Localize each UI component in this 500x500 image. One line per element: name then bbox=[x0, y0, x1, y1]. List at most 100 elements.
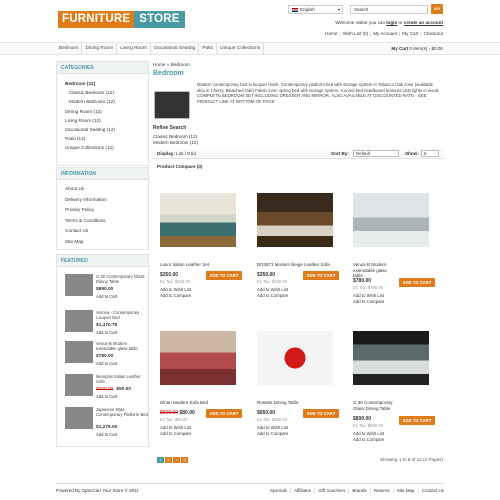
featured-name[interactable]: Venus-B Modern extendable glass table bbox=[96, 341, 148, 352]
add-to-wishlist-link[interactable]: Add to Wish List bbox=[257, 425, 288, 430]
category-classic-bedroom[interactable]: Classic Bedroom (12) bbox=[65, 88, 148, 97]
nav-item-dining-room[interactable]: Dining Room bbox=[82, 43, 118, 55]
featured-name[interactable]: G 30 Contemporary Glass Dining Table bbox=[96, 274, 148, 285]
featured-thumbnail[interactable] bbox=[65, 274, 93, 296]
product-tax: Ex Tax: $350.00 bbox=[257, 279, 287, 284]
featured-name[interactable]: Memphis Italian Leather Sofa bbox=[96, 374, 148, 385]
add-to-cart-button[interactable]: ADD TO CART bbox=[303, 409, 339, 418]
featured-thumbnail[interactable] bbox=[65, 374, 93, 396]
info-link-about[interactable]: About Us bbox=[65, 184, 148, 195]
refine-link-modern[interactable]: Modern Bedroom (12) bbox=[153, 140, 198, 146]
create-account-link[interactable]: create an account bbox=[404, 20, 443, 25]
display-label: Display: bbox=[157, 151, 175, 156]
category-unique-collections[interactable]: Unique Collections (12) bbox=[65, 143, 148, 152]
display-grid-link[interactable]: Grid bbox=[187, 151, 196, 156]
product-image[interactable] bbox=[353, 331, 429, 385]
product-name[interactable]: Luxor Italian Leather Set bbox=[160, 262, 246, 268]
language-select[interactable]: English ▾ bbox=[288, 5, 343, 14]
info-link-privacy[interactable]: Privacy Policy bbox=[65, 205, 148, 216]
info-link-terms[interactable]: Terms & Conditions bbox=[65, 216, 148, 227]
featured-thumbnail[interactable] bbox=[65, 341, 93, 363]
product-price: $500.00 $80.00 bbox=[160, 410, 195, 416]
page-1-button[interactable]: 1 bbox=[157, 457, 164, 463]
featured-add-to-cart[interactable]: Add to Cart bbox=[96, 432, 117, 437]
featured-add-to-cart[interactable]: Add to Cart bbox=[96, 330, 117, 335]
breadcrumb[interactable]: Home » Bedroom bbox=[153, 62, 190, 67]
product-name[interactable]: BO3871 Modern Beige Leather Sofa bbox=[257, 262, 343, 268]
sort-select[interactable]: Default bbox=[353, 150, 399, 157]
display-list-link[interactable]: List bbox=[176, 151, 183, 156]
add-to-wishlist-link[interactable]: Add to Wish List bbox=[257, 287, 288, 292]
cart-summary[interactable]: My Cart 0 item(s) - $0.00 bbox=[391, 43, 443, 55]
info-link-delivery[interactable]: Delivery Information bbox=[65, 195, 148, 206]
featured-thumbnail[interactable] bbox=[65, 407, 93, 429]
footer-link-returns[interactable]: Returns bbox=[374, 488, 390, 493]
nav-item-patio[interactable]: Patio bbox=[199, 43, 218, 55]
footer-link-sitemap[interactable]: Site Map bbox=[397, 488, 415, 493]
product-compare-link[interactable]: Product Compare (0) bbox=[157, 164, 202, 169]
toplink-account[interactable]: My Account bbox=[373, 31, 397, 36]
category-modern-bedroom[interactable]: Modern Bedroom (12) bbox=[65, 97, 148, 106]
info-link-sitemap[interactable]: Site Map bbox=[65, 237, 148, 248]
category-living-room[interactable]: Living Room (12) bbox=[65, 116, 148, 125]
category-bedroom[interactable]: Bedroom (12) bbox=[65, 79, 148, 88]
add-to-wishlist-link[interactable]: Add to Wish List bbox=[160, 287, 191, 292]
product-name[interactable]: Venus-B Modern extendable glass table bbox=[353, 262, 397, 279]
nav-item-bedroom[interactable]: Bedroom bbox=[56, 43, 83, 55]
footer-link-brands[interactable]: Brands bbox=[352, 488, 366, 493]
info-link-contact[interactable]: Contact Us bbox=[65, 226, 148, 237]
featured-name[interactable]: Japanese Style Contemporary Platform Bed bbox=[96, 407, 148, 418]
category-patio[interactable]: Patio (12) bbox=[65, 134, 148, 143]
featured-name[interactable]: Verona - Contemporary Lacquer Bed bbox=[96, 310, 148, 321]
featured-thumbnail[interactable] bbox=[65, 310, 93, 332]
add-to-wishlist-link[interactable]: Add to Wish List bbox=[353, 431, 384, 436]
add-to-compare-link[interactable]: Add to Compare bbox=[353, 299, 384, 304]
product-image[interactable] bbox=[160, 193, 236, 247]
add-to-cart-button[interactable]: ADD TO CART bbox=[206, 271, 242, 280]
featured-price: $780.00 bbox=[96, 354, 114, 359]
add-to-cart-button[interactable]: ADD TO CART bbox=[303, 271, 339, 280]
footer-link-vouchers[interactable]: Gift Vouchers bbox=[318, 488, 345, 493]
footer-link-contact[interactable]: Contact Us bbox=[422, 488, 444, 493]
next-page-button[interactable]: > bbox=[173, 457, 180, 463]
featured-add-to-cart[interactable]: Add to Cart bbox=[96, 294, 117, 299]
footer-link-specials[interactable]: Specials bbox=[270, 488, 287, 493]
product-image[interactable] bbox=[257, 193, 333, 247]
add-to-cart-button[interactable]: ADD TO CART bbox=[206, 409, 242, 418]
add-to-cart-button[interactable]: ADD TO CART bbox=[399, 278, 435, 287]
product-image[interactable] bbox=[353, 193, 429, 247]
uk-flag-icon bbox=[292, 7, 298, 12]
featured-add-to-cart[interactable]: Add to Cart bbox=[96, 361, 117, 366]
product-image[interactable] bbox=[257, 331, 333, 385]
toplink-wishlist[interactable]: Wish List (0) bbox=[343, 31, 369, 36]
toplink-cart[interactable]: My Cart bbox=[402, 31, 418, 36]
footer-link-affiliates[interactable]: Affiliates bbox=[294, 488, 311, 493]
toplink-home[interactable]: Home bbox=[325, 31, 337, 36]
product-name[interactable]: Rosetta Dining Table bbox=[257, 400, 343, 406]
nav-item-unique-collections[interactable]: Unique Collections bbox=[217, 43, 265, 55]
store-logo[interactable]: FURNITURE STORE bbox=[58, 11, 185, 28]
product-name[interactable]: G 30 Contemporary Glass Dining Table bbox=[353, 400, 399, 411]
nav-item-occasional-seating[interactable]: Occasional Seating bbox=[151, 43, 200, 55]
category-dining-room[interactable]: Dining Room (12) bbox=[65, 107, 148, 116]
toplink-checkout[interactable]: Checkout bbox=[424, 31, 443, 36]
add-to-compare-link[interactable]: Add to Compare bbox=[257, 293, 288, 298]
login-link[interactable]: login bbox=[386, 20, 397, 25]
add-to-compare-link[interactable]: Add to Compare bbox=[353, 437, 384, 442]
category-occasional-seating[interactable]: Occasional Seating (12) bbox=[65, 125, 148, 134]
add-to-compare-link[interactable]: Add to Compare bbox=[160, 293, 191, 298]
product-image[interactable] bbox=[160, 331, 236, 385]
featured-add-to-cart[interactable]: Add to Cart bbox=[96, 394, 117, 399]
search-input[interactable]: Search bbox=[350, 5, 428, 14]
product-name[interactable]: Dinan Modern Sofa Bed bbox=[160, 400, 246, 406]
show-select[interactable]: 6 bbox=[421, 150, 439, 157]
add-to-compare-link[interactable]: Add to Compare bbox=[160, 431, 191, 436]
add-to-cart-button[interactable]: ADD TO CART bbox=[399, 416, 435, 425]
page-2-button[interactable]: 2 bbox=[165, 457, 172, 463]
add-to-wishlist-link[interactable]: Add to Wish List bbox=[160, 425, 191, 430]
add-to-compare-link[interactable]: Add to Compare bbox=[257, 431, 288, 436]
add-to-wishlist-link[interactable]: Add to Wish List bbox=[353, 293, 384, 298]
search-go-button[interactable]: GO bbox=[431, 4, 443, 14]
last-page-button[interactable]: >| bbox=[181, 457, 188, 463]
nav-item-living-room[interactable]: Living Room bbox=[117, 43, 151, 55]
